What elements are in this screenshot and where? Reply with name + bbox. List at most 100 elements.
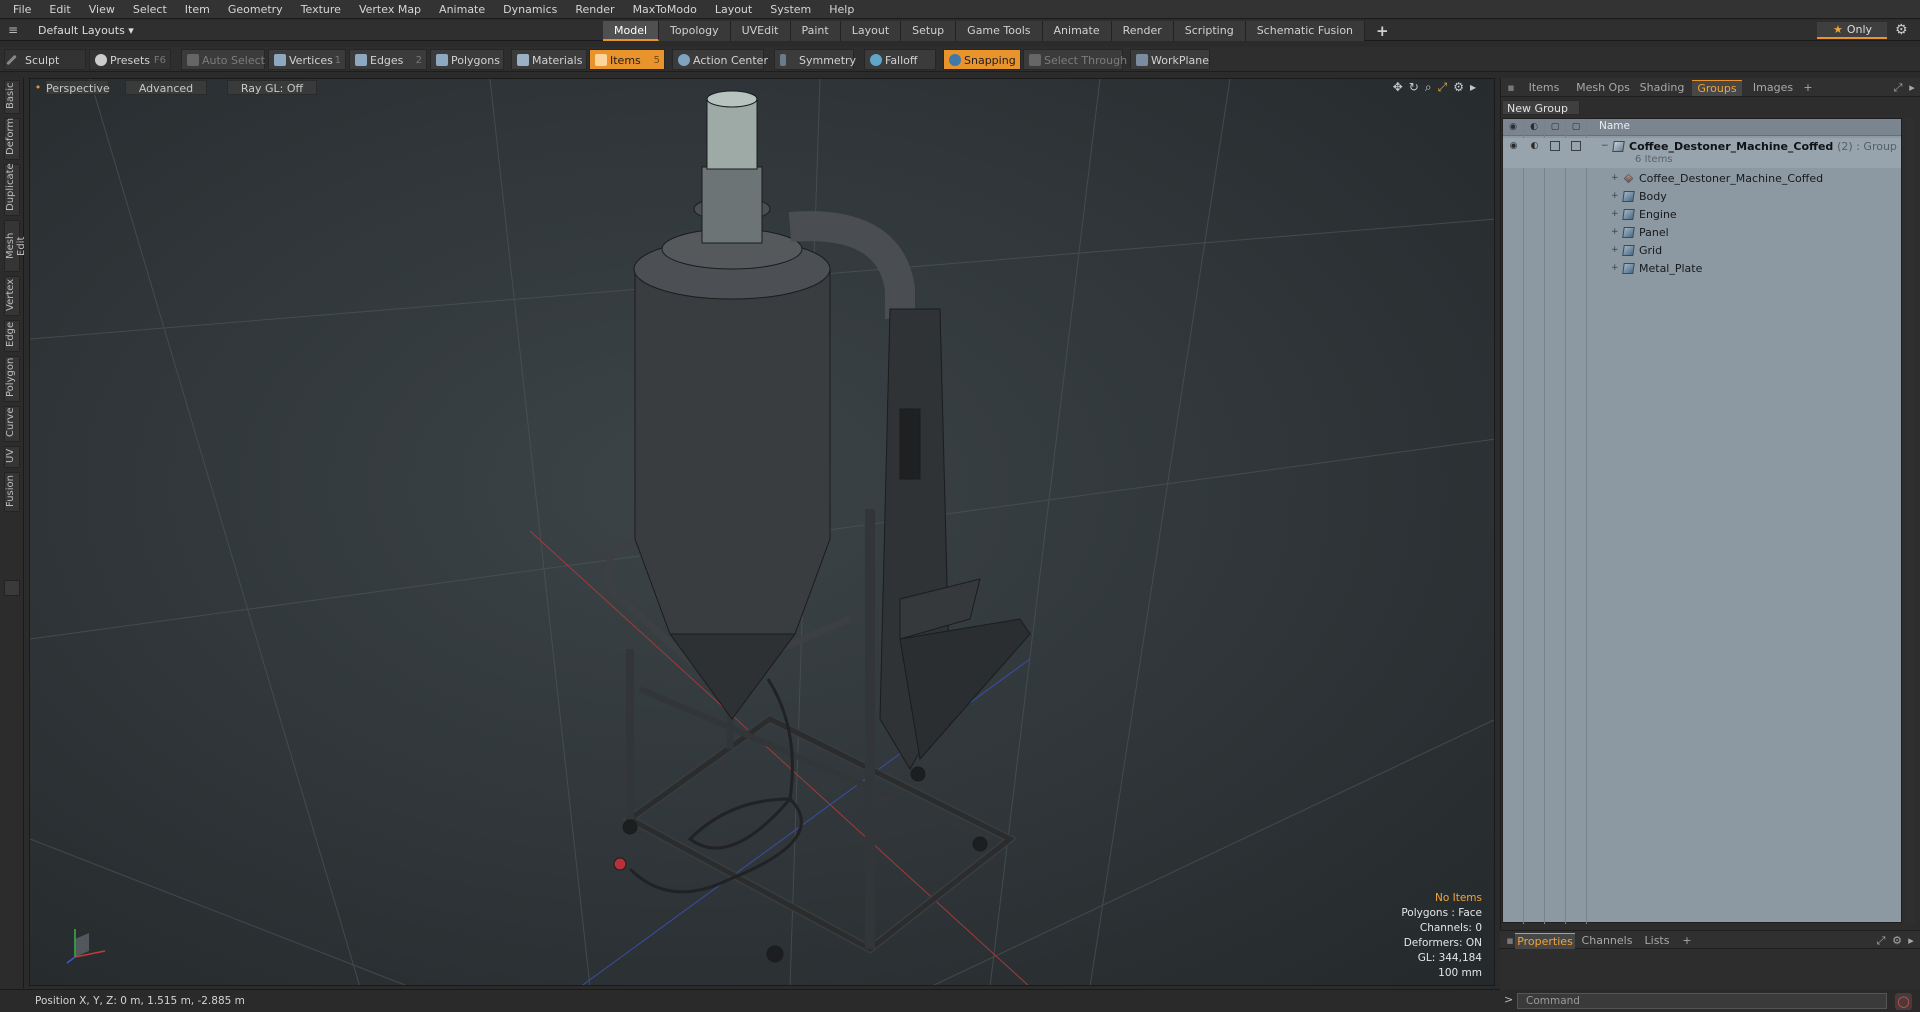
tab-lists[interactable]: Lists bbox=[1638, 933, 1676, 949]
menu-vertex-map[interactable]: Vertex Map bbox=[350, 0, 430, 19]
bottom-arrow-icon[interactable]: ▸ bbox=[1906, 933, 1916, 949]
materials-button[interactable]: Materials bbox=[511, 49, 587, 70]
presets-button[interactable]: Presets F6 bbox=[89, 49, 171, 70]
tab-paint[interactable]: Paint bbox=[790, 21, 841, 41]
select-column-icon[interactable]: ▢ bbox=[1571, 122, 1581, 132]
command-history-icon[interactable]: ◯ bbox=[1895, 993, 1912, 1010]
pan-icon[interactable]: ✥ bbox=[1393, 80, 1403, 95]
eye-icon[interactable]: ◉ bbox=[1508, 141, 1519, 152]
tab-groups[interactable]: Groups bbox=[1692, 80, 1742, 96]
expand-icon[interactable]: + bbox=[1611, 209, 1619, 219]
menu-item[interactable]: Item bbox=[176, 0, 219, 19]
panel-arrow-icon[interactable]: ▸ bbox=[1907, 80, 1917, 96]
tab-layout[interactable]: Layout bbox=[840, 21, 902, 41]
list-item[interactable]: + Panel bbox=[1503, 224, 1901, 242]
menu-texture[interactable]: Texture bbox=[292, 0, 350, 19]
expand-icon[interactable]: + bbox=[1611, 263, 1619, 273]
tab-model[interactable]: Model bbox=[603, 21, 660, 41]
menu-maxtomodo[interactable]: MaxToModo bbox=[624, 0, 706, 19]
tab-deform[interactable]: Deform bbox=[4, 118, 20, 160]
tab-uv[interactable]: UV bbox=[4, 446, 20, 468]
menu-animate[interactable]: Animate bbox=[430, 0, 494, 19]
zoom-icon[interactable]: ⌕ bbox=[1425, 80, 1432, 95]
viewport-menu-dot[interactable]: • bbox=[34, 80, 42, 95]
tab-curve[interactable]: Curve bbox=[4, 406, 20, 442]
menu-file[interactable]: File bbox=[4, 0, 40, 19]
panel-menu-dot[interactable]: ▪ bbox=[1506, 80, 1516, 96]
expand-icon[interactable]: + bbox=[1611, 191, 1619, 201]
rotate-icon[interactable]: ↻ bbox=[1409, 80, 1419, 95]
machine-model[interactable] bbox=[606, 90, 1031, 963]
tab-shading[interactable]: Shading bbox=[1636, 80, 1688, 96]
raygl-toggle[interactable]: Ray GL: Off bbox=[227, 80, 317, 95]
falloff-button[interactable]: Falloff bbox=[864, 49, 936, 70]
new-group-button[interactable]: New Group bbox=[1502, 100, 1580, 115]
tab-basic[interactable]: Basic bbox=[4, 80, 20, 114]
layouts-dropdown[interactable]: Default Layouts ▾ bbox=[38, 22, 134, 39]
scene-canvas[interactable] bbox=[30, 79, 1495, 986]
vertices-button[interactable]: Vertices 1 bbox=[268, 49, 346, 70]
app-menu-icon[interactable]: ≡ bbox=[8, 23, 22, 37]
group-row[interactable]: ◉ ◐ − Coffee_Destoner_Machine_Coffed (2)… bbox=[1503, 138, 1901, 168]
tab-vertex[interactable]: Vertex bbox=[4, 276, 20, 316]
menu-render[interactable]: Render bbox=[566, 0, 623, 19]
advanced-dropdown[interactable]: Advanced bbox=[125, 80, 207, 95]
tab-scripting[interactable]: Scripting bbox=[1173, 21, 1246, 41]
tab-channels[interactable]: Channels bbox=[1580, 933, 1634, 949]
list-item[interactable]: + Body bbox=[1503, 188, 1901, 206]
name-column-header[interactable]: Name bbox=[1599, 120, 1630, 132]
3d-viewport[interactable]: • Perspective Advanced Ray GL: Off ✥ ↻ ⌕… bbox=[29, 78, 1495, 986]
add-tab-icon[interactable]: + bbox=[1365, 21, 1400, 41]
bottom-expand-icon[interactable]: ⤢ bbox=[1874, 933, 1888, 949]
menu-edit[interactable]: Edit bbox=[40, 0, 79, 19]
snapping-button[interactable]: Snapping bbox=[943, 49, 1021, 70]
collapse-icon[interactable]: − bbox=[1601, 141, 1609, 151]
tab-uvedit[interactable]: UVEdit bbox=[730, 21, 791, 41]
symmetry-button[interactable]: Symmetry bbox=[774, 49, 856, 70]
add-bottom-tab-icon[interactable]: + bbox=[1680, 933, 1694, 949]
render-icon[interactable]: ◐ bbox=[1529, 141, 1540, 152]
expand-toolbox-button[interactable] bbox=[4, 580, 20, 596]
expand-icon[interactable]: + bbox=[1611, 227, 1619, 237]
tab-mesh-edit[interactable]: Mesh Edit bbox=[4, 220, 27, 272]
workplane-button[interactable]: WorkPlane bbox=[1130, 49, 1210, 70]
perspective-dropdown[interactable]: Perspective bbox=[45, 80, 110, 95]
bottom-gear-icon[interactable]: ⚙ bbox=[1890, 933, 1904, 949]
maximize-icon[interactable]: ⤢ bbox=[1438, 80, 1448, 95]
viewport-settings-icon[interactable]: ⚙ bbox=[1453, 80, 1464, 95]
add-panel-tab-icon[interactable]: + bbox=[1801, 80, 1815, 96]
lock-toggle[interactable] bbox=[1550, 141, 1560, 151]
tab-items[interactable]: Items bbox=[1519, 80, 1569, 96]
bottom-panel-menu-dot[interactable]: ▪ bbox=[1505, 933, 1515, 949]
edges-button[interactable]: Edges 2 bbox=[349, 49, 427, 70]
tab-render[interactable]: Render bbox=[1111, 21, 1174, 41]
list-item[interactable]: + Metal_Plate bbox=[1503, 260, 1901, 278]
list-item[interactable]: + Engine bbox=[1503, 206, 1901, 224]
tab-edge[interactable]: Edge bbox=[4, 320, 20, 352]
list-item[interactable]: + Coffee_Destoner_Machine_Coffed bbox=[1503, 170, 1901, 188]
select-through-button[interactable]: Select Through bbox=[1023, 49, 1127, 70]
polygons-button[interactable]: Polygons bbox=[430, 49, 504, 70]
panel-expand-icon[interactable]: ⤢ bbox=[1891, 80, 1905, 96]
menu-dynamics[interactable]: Dynamics bbox=[494, 0, 566, 19]
lock-column-icon[interactable]: ▢ bbox=[1550, 122, 1560, 132]
command-input[interactable]: Command bbox=[1517, 993, 1887, 1009]
tab-animate[interactable]: Animate bbox=[1042, 21, 1112, 41]
menu-help[interactable]: Help bbox=[820, 0, 863, 19]
tab-game-tools[interactable]: Game Tools bbox=[956, 21, 1043, 41]
tab-polygon[interactable]: Polygon bbox=[4, 356, 20, 402]
list-item[interactable]: + Grid bbox=[1503, 242, 1901, 260]
tab-images[interactable]: Images bbox=[1747, 80, 1799, 96]
outliner-scrollbar[interactable] bbox=[1905, 118, 1915, 923]
expand-icon[interactable]: + bbox=[1611, 173, 1619, 183]
menu-system[interactable]: System bbox=[761, 0, 820, 19]
menu-geometry[interactable]: Geometry bbox=[219, 0, 292, 19]
render-column-icon[interactable]: ◐ bbox=[1529, 122, 1539, 132]
select-toggle[interactable] bbox=[1571, 141, 1581, 151]
gear-icon[interactable]: ⚙ bbox=[1895, 22, 1911, 38]
tab-topology[interactable]: Topology bbox=[659, 21, 731, 41]
expand-icon[interactable]: + bbox=[1611, 245, 1619, 255]
visibility-column-icon[interactable]: ◉ bbox=[1508, 122, 1518, 132]
tab-properties[interactable]: Properties bbox=[1515, 933, 1575, 949]
menu-select[interactable]: Select bbox=[124, 0, 176, 19]
